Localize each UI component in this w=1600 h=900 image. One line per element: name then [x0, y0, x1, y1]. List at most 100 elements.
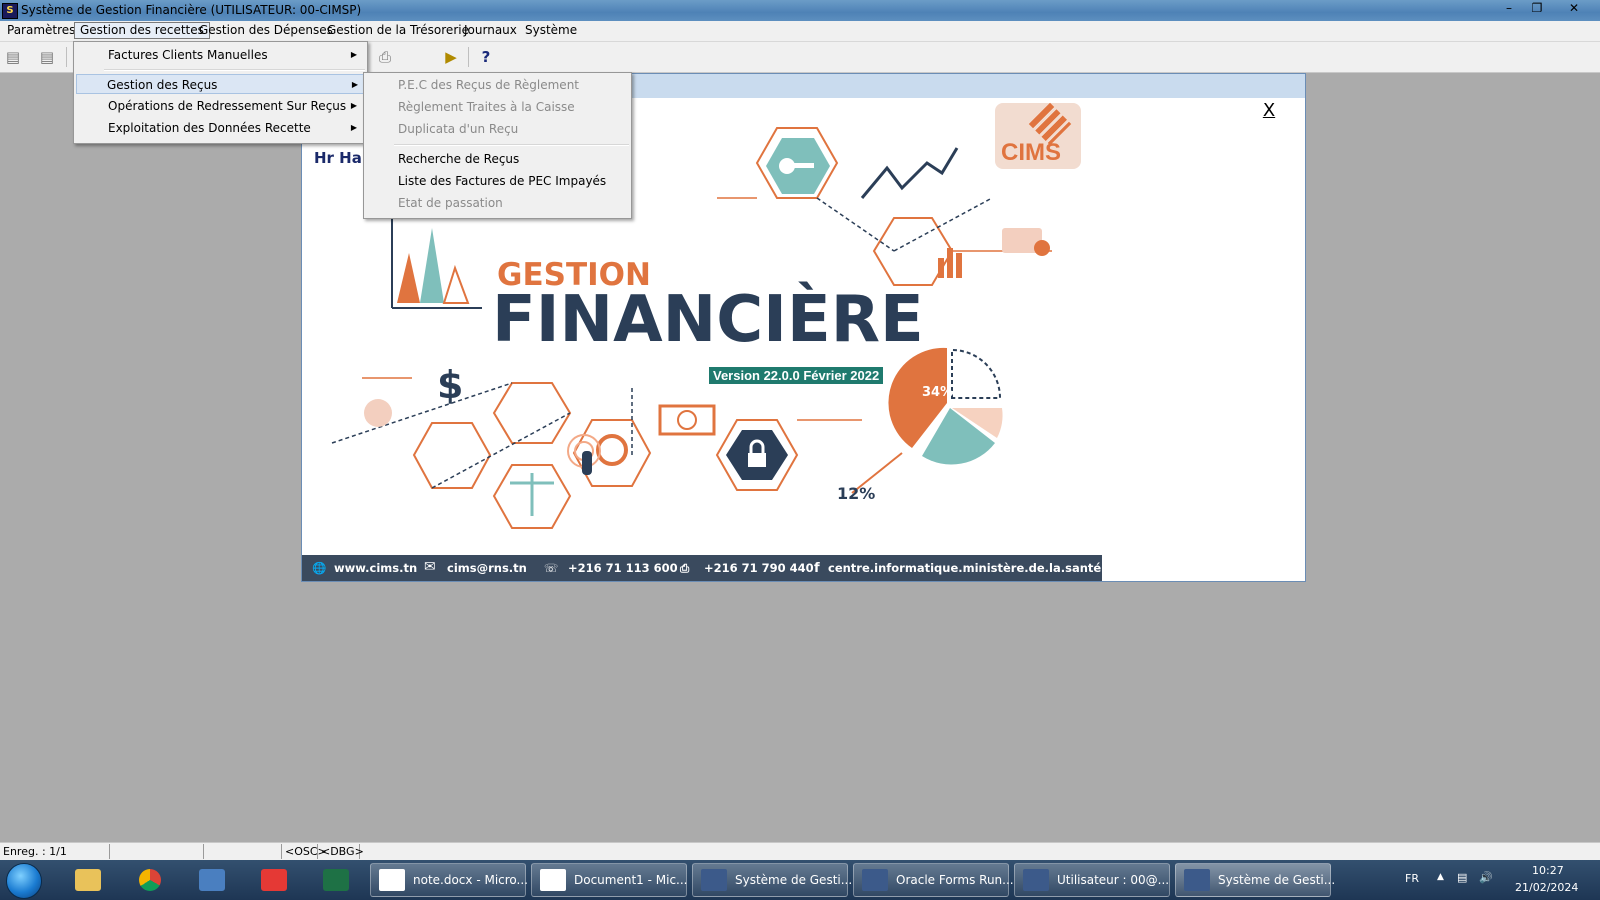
close-child-button[interactable]: X: [1259, 101, 1279, 121]
word-icon: [379, 869, 405, 891]
phone-icon: ☏: [544, 561, 559, 575]
submenu-item-label: Règlement Traites à la Caisse: [398, 100, 575, 114]
cims-logo: CIMS: [995, 102, 1081, 169]
cims-logo-text: CIMS: [1001, 139, 1061, 166]
menu-systeme[interactable]: Système: [520, 22, 582, 39]
oracle-forms-icon: [1184, 869, 1210, 891]
footer-email: cims@rns.tn: [447, 561, 527, 575]
version-label: Version 22.0.0 Février 2022: [709, 367, 884, 384]
menu-journaux[interactable]: Journaux: [459, 22, 522, 39]
window-controls: – ❐ ✕: [1494, 0, 1596, 18]
menu-item-label: Gestion des Reçus: [107, 78, 218, 92]
menu-item-redressement[interactable]: Opérations de Redressement Sur Reçus ▶: [76, 96, 365, 116]
task-label: Système de Gesti...: [735, 873, 853, 887]
menu-item-label: Factures Clients Manuelles: [108, 48, 268, 62]
status-osc: <OSC>: [282, 844, 327, 859]
status-cell: [110, 844, 204, 859]
submenu-arrow-icon: ▶: [350, 123, 357, 132]
submenu-item-label: Etat de passation: [398, 196, 503, 210]
chrome-pin[interactable]: [123, 864, 177, 896]
submenu-item-label: P.E.C des Reçus de Règlement: [398, 78, 580, 92]
submenu-item-label: Liste des Factures de PEC Impayés: [398, 174, 607, 188]
status-cell: [204, 844, 282, 859]
task-note-docx[interactable]: note.docx - Micro...: [370, 863, 528, 897]
oracle-forms-icon: [1023, 869, 1049, 891]
pie-label-12: 12%: [837, 484, 876, 503]
submenu-item-recherche-recus[interactable]: Recherche de Reçus: [366, 149, 629, 169]
globe-icon: 🌐: [312, 561, 327, 575]
task-label: Oracle Forms Run...: [896, 873, 1014, 887]
close-button[interactable]: ✕: [1552, 0, 1596, 18]
footer-facebook: centre.informatique.ministère.de.la.sant…: [828, 561, 1102, 575]
app-icon: S: [2, 3, 18, 19]
submenu-arrow-icon: ▶: [350, 101, 357, 110]
status-record: Enreg. : 1/1: [0, 844, 110, 859]
oracle-forms-icon: [701, 869, 727, 891]
exit-door-icon[interactable]: ▶: [442, 48, 460, 66]
task-document1[interactable]: Document1 - Mic...: [531, 863, 688, 897]
print-icon[interactable]: ⎙: [376, 48, 394, 66]
menu-item-gestion-recus[interactable]: Gestion des Reçus ▶: [76, 74, 365, 94]
status-bar: Enreg. : 1/1 <OSC> <DBG>: [0, 842, 1600, 861]
restore-button[interactable]: ❐: [1524, 0, 1550, 18]
print-preview-icon[interactable]: ▤: [38, 48, 56, 66]
taskbar: note.docx - Micro... Document1 - Mic... …: [0, 860, 1600, 900]
task-label: Utilisateur : 00@...: [1057, 873, 1170, 887]
minimize-button[interactable]: –: [1496, 0, 1522, 18]
menu-parametres[interactable]: Paramètres: [2, 22, 80, 39]
submenu-item-label: Duplicata d'un Reçu: [398, 122, 519, 136]
fax-icon: ⎙: [680, 561, 690, 575]
volume-icon[interactable]: 🔊: [1479, 871, 1493, 884]
word-icon: [540, 869, 566, 891]
menu-separator: [104, 69, 365, 71]
menu-item-label: Opérations de Redressement Sur Reçus: [108, 99, 347, 113]
menu-item-exploitation[interactable]: Exploitation des Données Recette ▶: [76, 118, 365, 138]
menu-item-factures-clients[interactable]: Factures Clients Manuelles ▶: [76, 45, 365, 65]
system-tray: FR ▲ ▤ 🔊 10:27 21/02/2024: [1395, 860, 1600, 900]
toolbar-separator: [66, 47, 67, 67]
help-icon[interactable]: ?: [477, 48, 495, 66]
submenu-arrow-icon: ▶: [351, 80, 358, 89]
task-systeme-gestion-2[interactable]: Système de Gesti...: [1175, 863, 1335, 897]
menu-item-label: Exploitation des Données Recette: [108, 121, 311, 135]
folder-icon: [75, 869, 101, 891]
oracle-forms-icon: [862, 869, 888, 891]
remote-desktop-pin[interactable]: [185, 864, 239, 896]
splash-footer: 🌐 www.cims.tn ✉ cims@rns.tn ☏ +216 71 11…: [302, 555, 1102, 581]
start-button[interactable]: [6, 863, 42, 899]
status-dbg: <DBG>: [318, 844, 364, 859]
menu-gestion-depenses[interactable]: Gestion des Dépenses: [194, 22, 338, 39]
anydesk-pin[interactable]: [247, 864, 301, 896]
menu-separator: [394, 144, 629, 146]
clock-time[interactable]: 10:27: [1532, 864, 1564, 877]
network-icon[interactable]: ▤: [1457, 871, 1467, 884]
submenu-item-label: Recherche de Reçus: [398, 152, 520, 166]
clock-date[interactable]: 21/02/2024: [1515, 881, 1578, 894]
submenu-arrow-icon: ▶: [350, 50, 357, 59]
language-indicator[interactable]: FR: [1405, 872, 1419, 885]
submenu-item-pec-recus[interactable]: P.E.C des Reçus de Règlement: [366, 75, 629, 95]
remote-desktop-icon: [199, 869, 225, 891]
submenu-gestion-recus: P.E.C des Reçus de Règlement Règlement T…: [363, 72, 632, 219]
task-systeme-gestion-1[interactable]: Système de Gesti...: [692, 863, 852, 897]
tray-expand-icon[interactable]: ▲: [1437, 872, 1444, 882]
task-oracle-forms[interactable]: Oracle Forms Run...: [853, 863, 1014, 897]
heading-financiere: FINANCIÈRE: [492, 283, 924, 357]
svg-text:$: $: [437, 363, 463, 407]
explorer-pin[interactable]: [61, 864, 115, 896]
save-icon[interactable]: ▤: [4, 48, 22, 66]
excel-pin[interactable]: [309, 864, 363, 896]
submenu-item-etat-passation[interactable]: Etat de passation: [366, 193, 629, 213]
submenu-item-reglement-traites[interactable]: Règlement Traites à la Caisse: [366, 97, 629, 117]
submenu-item-duplicata[interactable]: Duplicata d'un Reçu: [366, 119, 629, 139]
task-utilisateur[interactable]: Utilisateur : 00@...: [1014, 863, 1170, 897]
title-bar: S Système de Gestion Financière (UTILISA…: [0, 0, 1600, 21]
footer-phone: +216 71 113 600: [568, 561, 678, 575]
menu-gestion-recettes[interactable]: Gestion des recettes: [74, 22, 210, 39]
footer-website: www.cims.tn: [334, 561, 418, 575]
menu-gestion-tresorerie[interactable]: Gestion de la Trésorerie: [322, 22, 474, 39]
menu-bar: Paramètres Gestion des recettes Gestion …: [0, 21, 1600, 42]
pie-label-34: 34%: [922, 385, 954, 400]
excel-icon: [323, 869, 349, 891]
submenu-item-liste-factures[interactable]: Liste des Factures de PEC Impayés: [366, 171, 629, 191]
